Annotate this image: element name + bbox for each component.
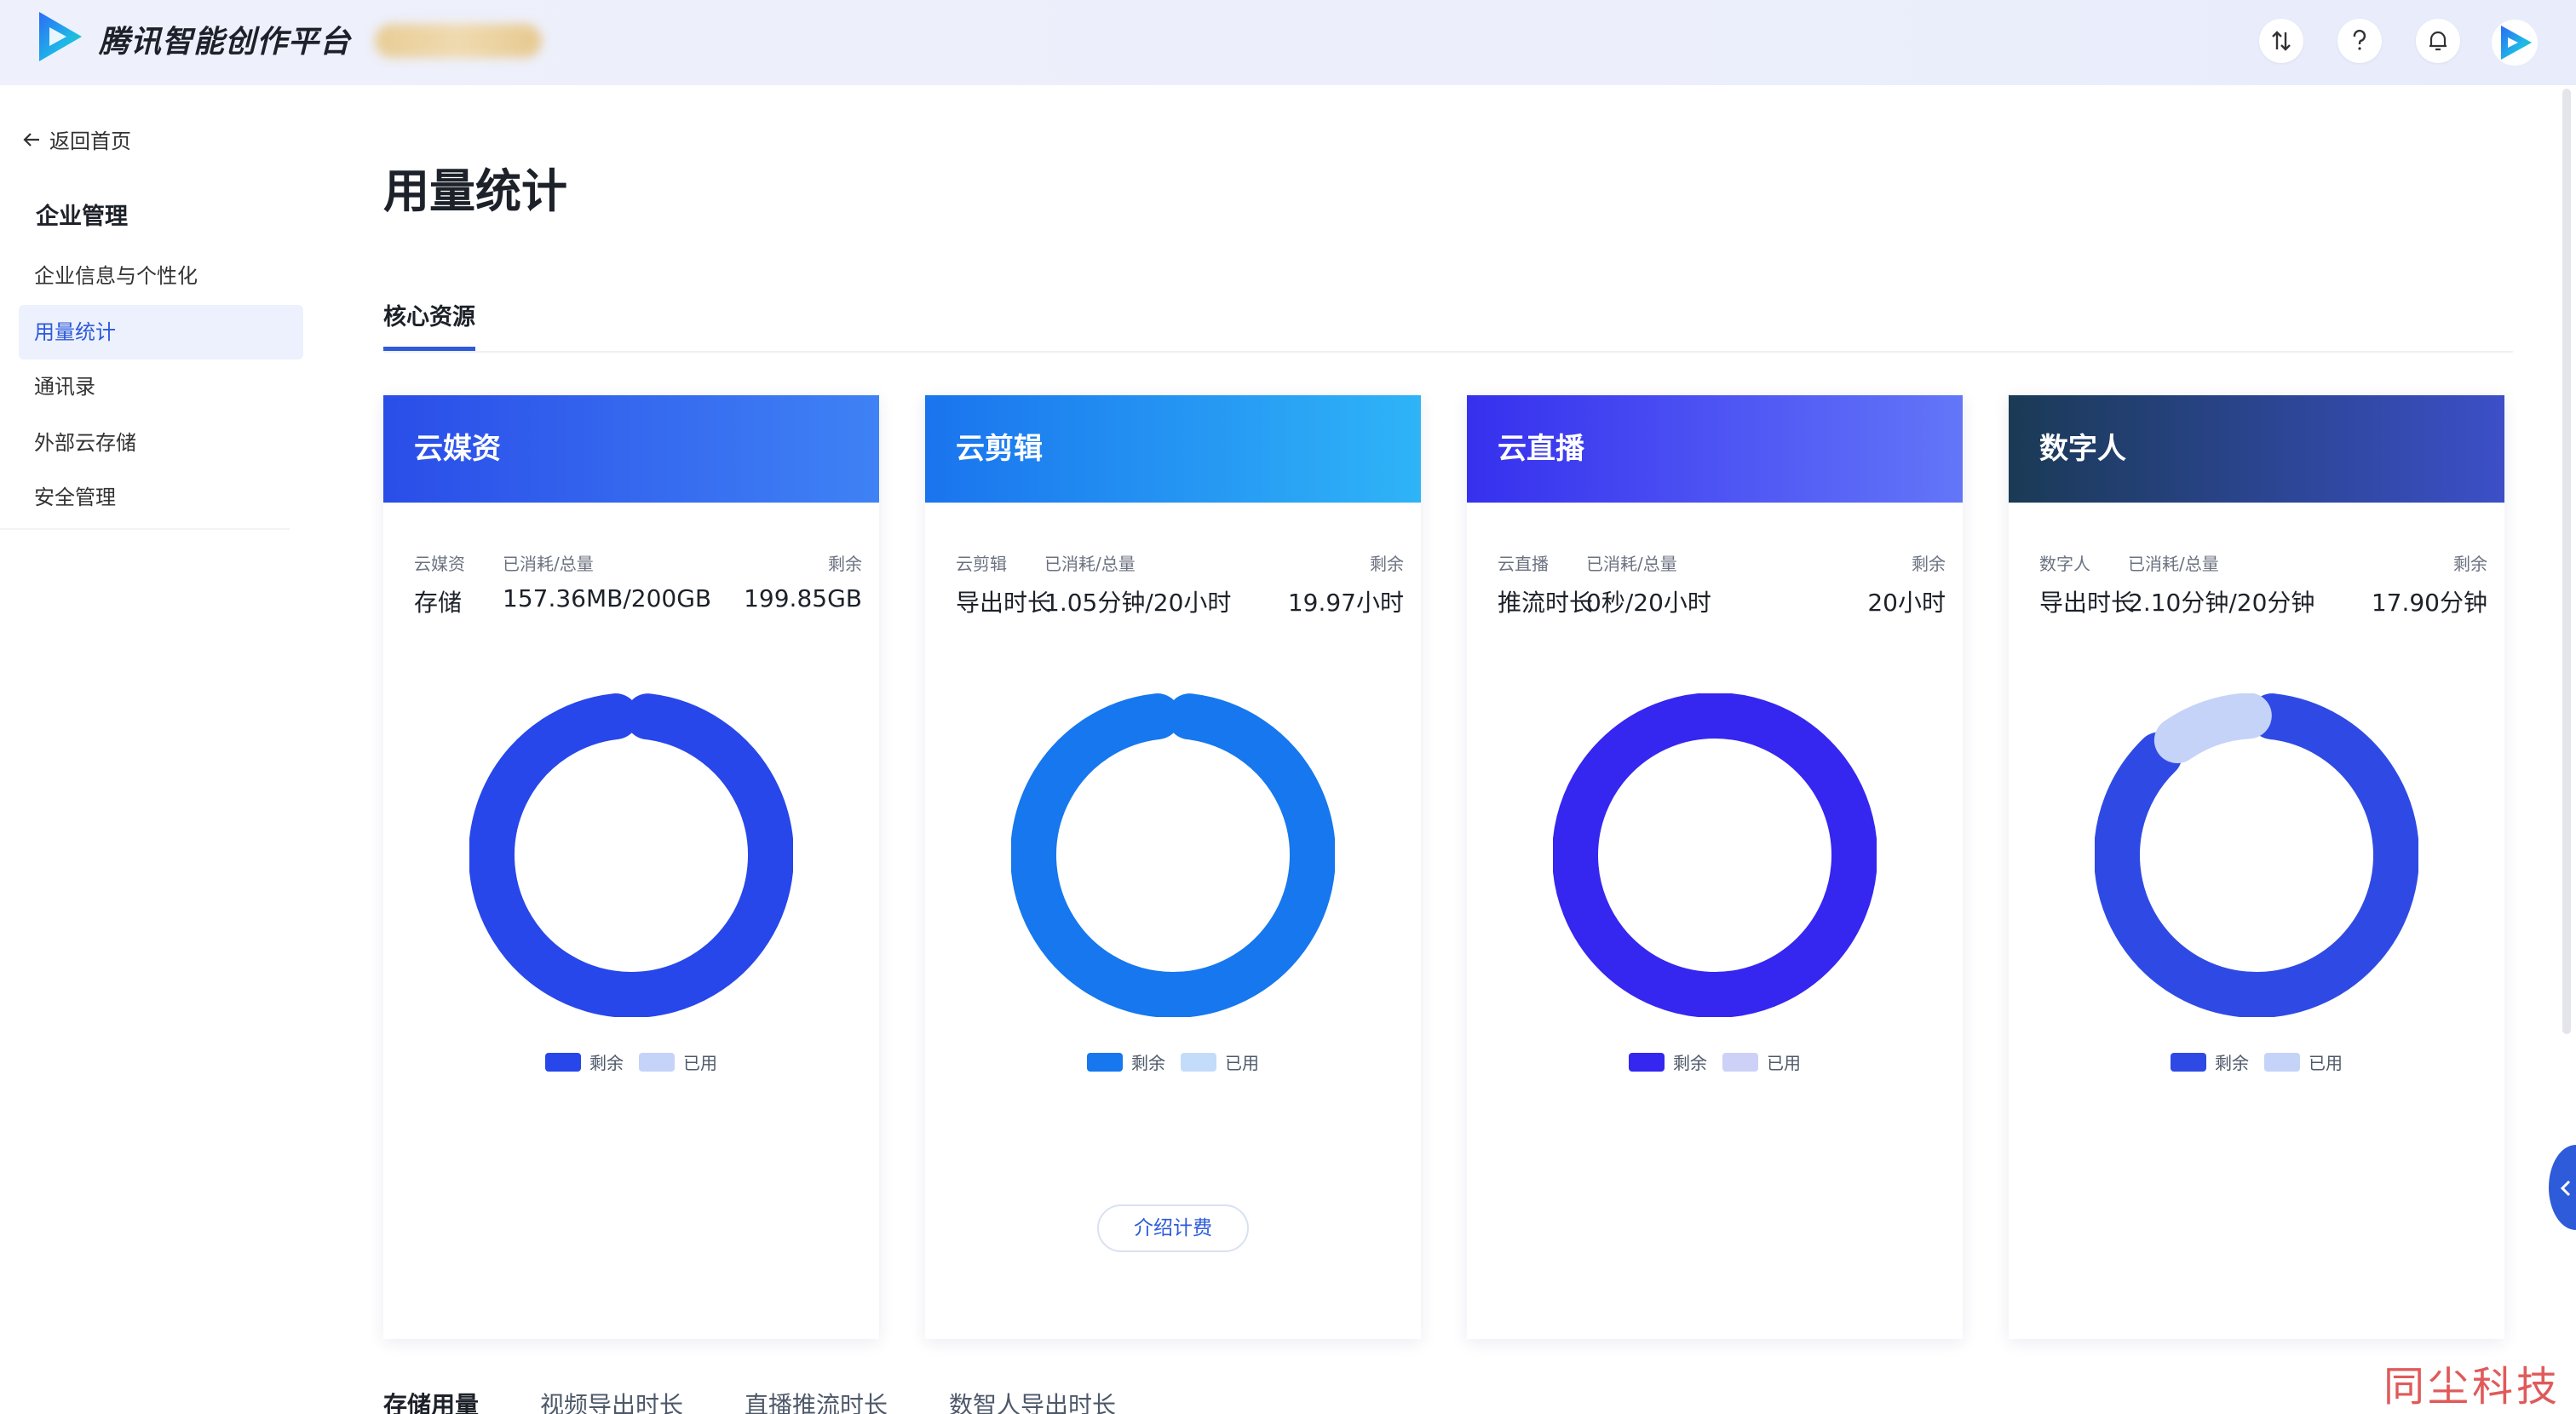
- sidebar-item-external-storage[interactable]: 外部云存储: [19, 416, 303, 470]
- watermark: 同尘科技: [2383, 1363, 2562, 1411]
- tab-core-resources[interactable]: 核心资源: [383, 298, 475, 351]
- usage-donut-chart: [469, 693, 793, 1017]
- legend-used-label: 已用: [1225, 1053, 1259, 1073]
- sidebar-section-title: 企业管理: [36, 204, 128, 230]
- back-home-label: 返回首页: [49, 129, 131, 153]
- donut-remaining-segment: [1011, 693, 1335, 1017]
- stat-label-remaining: 剩余: [1912, 554, 1946, 574]
- brand-name: 腾讯智能创作平台: [99, 25, 352, 60]
- logo-icon[interactable]: [34, 9, 87, 65]
- stat-label-remaining: 剩余: [2453, 554, 2487, 574]
- card-title: 数字人: [2009, 395, 2504, 503]
- stat-label-type: 云媒资: [414, 554, 465, 574]
- legend-remaining-swatch: [545, 1052, 581, 1072]
- legend-remaining-label: 剩余: [1131, 1053, 1165, 1073]
- pricing-intro-button[interactable]: 介绍计费: [1097, 1204, 1249, 1252]
- stat-label-type: 云剪辑: [956, 554, 1007, 574]
- legend-used-swatch: [1181, 1052, 1216, 1072]
- legend-used-swatch: [639, 1052, 675, 1072]
- legend-remaining-label: 剩余: [589, 1053, 624, 1073]
- page-title: 用量统计: [383, 164, 567, 218]
- stat-value-type: 导出时长: [956, 589, 1052, 617]
- donut-legend: 剩余 已用: [2009, 1049, 2504, 1074]
- card-title: 云媒资: [383, 395, 879, 503]
- stat-value-type: 推流时长: [1498, 589, 1594, 617]
- stat-value-type: 导出时长: [2039, 589, 2136, 617]
- card-title: 云直播: [1467, 395, 1963, 503]
- usage-detail-tabs: 存储用量 视频导出时长 直播推流时长 数智人导出时长: [383, 1387, 1116, 1414]
- back-home-link[interactable]: 返回首页: [22, 124, 131, 154]
- account-tag: [375, 24, 542, 58]
- stat-label-type: 云直播: [1498, 554, 1549, 574]
- stat-label-type: 数字人: [2039, 554, 2090, 574]
- stat-label-remaining: 剩余: [828, 554, 862, 574]
- legend-used-swatch: [2264, 1052, 2300, 1072]
- sidebar: 返回首页 企业管理 企业信息与个性化 用量统计 通讯录 外部云存储 安全管理: [0, 85, 322, 1414]
- sidebar-item-security[interactable]: 安全管理: [19, 470, 303, 525]
- tab-video-export[interactable]: 视频导出时长: [540, 1387, 683, 1414]
- legend-used-label: 已用: [2309, 1053, 2343, 1073]
- sort-icon[interactable]: [2259, 19, 2303, 63]
- stat-label-used-total: 已消耗/总量: [1044, 554, 1136, 574]
- sidebar-item-contacts[interactable]: 通讯录: [19, 359, 303, 414]
- chevron-left-icon: [2560, 1180, 2571, 1196]
- usage-donut-chart: [2095, 693, 2418, 1017]
- usage-donut-chart: [1553, 693, 1877, 1017]
- donut-remaining-segment: [2095, 693, 2418, 1017]
- help-icon[interactable]: [2337, 19, 2382, 63]
- legend-used-swatch: [1722, 1052, 1758, 1072]
- card-title: 云剪辑: [925, 395, 1421, 503]
- stat-value-used-total: 2.10分钟/20分钟: [2128, 589, 2315, 617]
- stat-value-used-total: 0秒/20小时: [1586, 589, 1711, 617]
- usage-donut-chart: [1011, 693, 1335, 1017]
- legend-used-label: 已用: [1767, 1053, 1801, 1073]
- sidebar-divider: [0, 528, 290, 530]
- donut-used-segment: [2153, 693, 2272, 764]
- arrow-left-icon: [23, 132, 39, 147]
- stat-value-used-total: 1.05分钟/20小时: [1044, 589, 1232, 617]
- donut-legend: 剩余 已用: [925, 1049, 1421, 1074]
- legend-remaining-label: 剩余: [2215, 1053, 2249, 1073]
- legend-used-label: 已用: [683, 1053, 717, 1073]
- stat-value-remaining: 20小时: [1867, 589, 1946, 617]
- resource-tabbar: 核心资源: [383, 298, 2513, 353]
- top-bar: 腾讯智能创作平台: [0, 0, 2576, 85]
- donut-remaining-segment: [469, 693, 793, 1017]
- stat-value-remaining: 17.90分钟: [2371, 589, 2487, 617]
- sidebar-item-usage-stats[interactable]: 用量统计: [19, 305, 303, 359]
- main-content: 用量统计 核心资源 云媒资 云媒资 已消耗/总量 剩余 存储 157.36MB/…: [322, 85, 2576, 1414]
- tab-live-push[interactable]: 直播推流时长: [745, 1387, 888, 1414]
- sidebar-item-enterprise-info[interactable]: 企业信息与个性化: [19, 249, 303, 303]
- card-digital-human: 数字人 数字人 已消耗/总量 剩余 导出时长 2.10分钟/20分钟 17.90…: [2009, 395, 2504, 1339]
- tab-digital-human-export[interactable]: 数智人导出时长: [949, 1387, 1116, 1414]
- legend-remaining-swatch: [2171, 1052, 2206, 1072]
- avatar[interactable]: [2491, 19, 2539, 66]
- stat-label-remaining: 剩余: [1370, 554, 1404, 574]
- card-cloud-live: 云直播 云直播 已消耗/总量 剩余 推流时长 0秒/20小时 20小时 剩余 已…: [1467, 395, 1963, 1339]
- donut-legend: 剩余 已用: [1467, 1049, 1963, 1074]
- stat-label-used-total: 已消耗/总量: [2128, 554, 2219, 574]
- donut-legend: 剩余 已用: [383, 1049, 879, 1074]
- card-cloud-edit: 云剪辑 云剪辑 已消耗/总量 剩余 导出时长 1.05分钟/20小时 19.97…: [925, 395, 1421, 1339]
- tab-storage-usage[interactable]: 存储用量: [383, 1387, 479, 1414]
- legend-remaining-label: 剩余: [1673, 1053, 1707, 1073]
- stat-value-remaining: 19.97小时: [1287, 589, 1404, 617]
- stat-label-used-total: 已消耗/总量: [503, 554, 594, 574]
- bell-icon[interactable]: [2416, 19, 2460, 63]
- legend-remaining-swatch: [1087, 1052, 1123, 1072]
- stat-value-used-total: 157.36MB/200GB: [503, 584, 712, 612]
- stat-label-used-total: 已消耗/总量: [1586, 554, 1677, 574]
- legend-remaining-swatch: [1629, 1052, 1665, 1072]
- stat-value-remaining: 199.85GB: [744, 584, 862, 612]
- donut-remaining-segment: [1553, 693, 1877, 1017]
- page-scrollbar[interactable]: [2562, 89, 2571, 1034]
- stat-value-type: 存储: [414, 589, 463, 617]
- card-cloud-media: 云媒资 云媒资 已消耗/总量 剩余 存储 157.36MB/200GB 199.…: [383, 395, 879, 1339]
